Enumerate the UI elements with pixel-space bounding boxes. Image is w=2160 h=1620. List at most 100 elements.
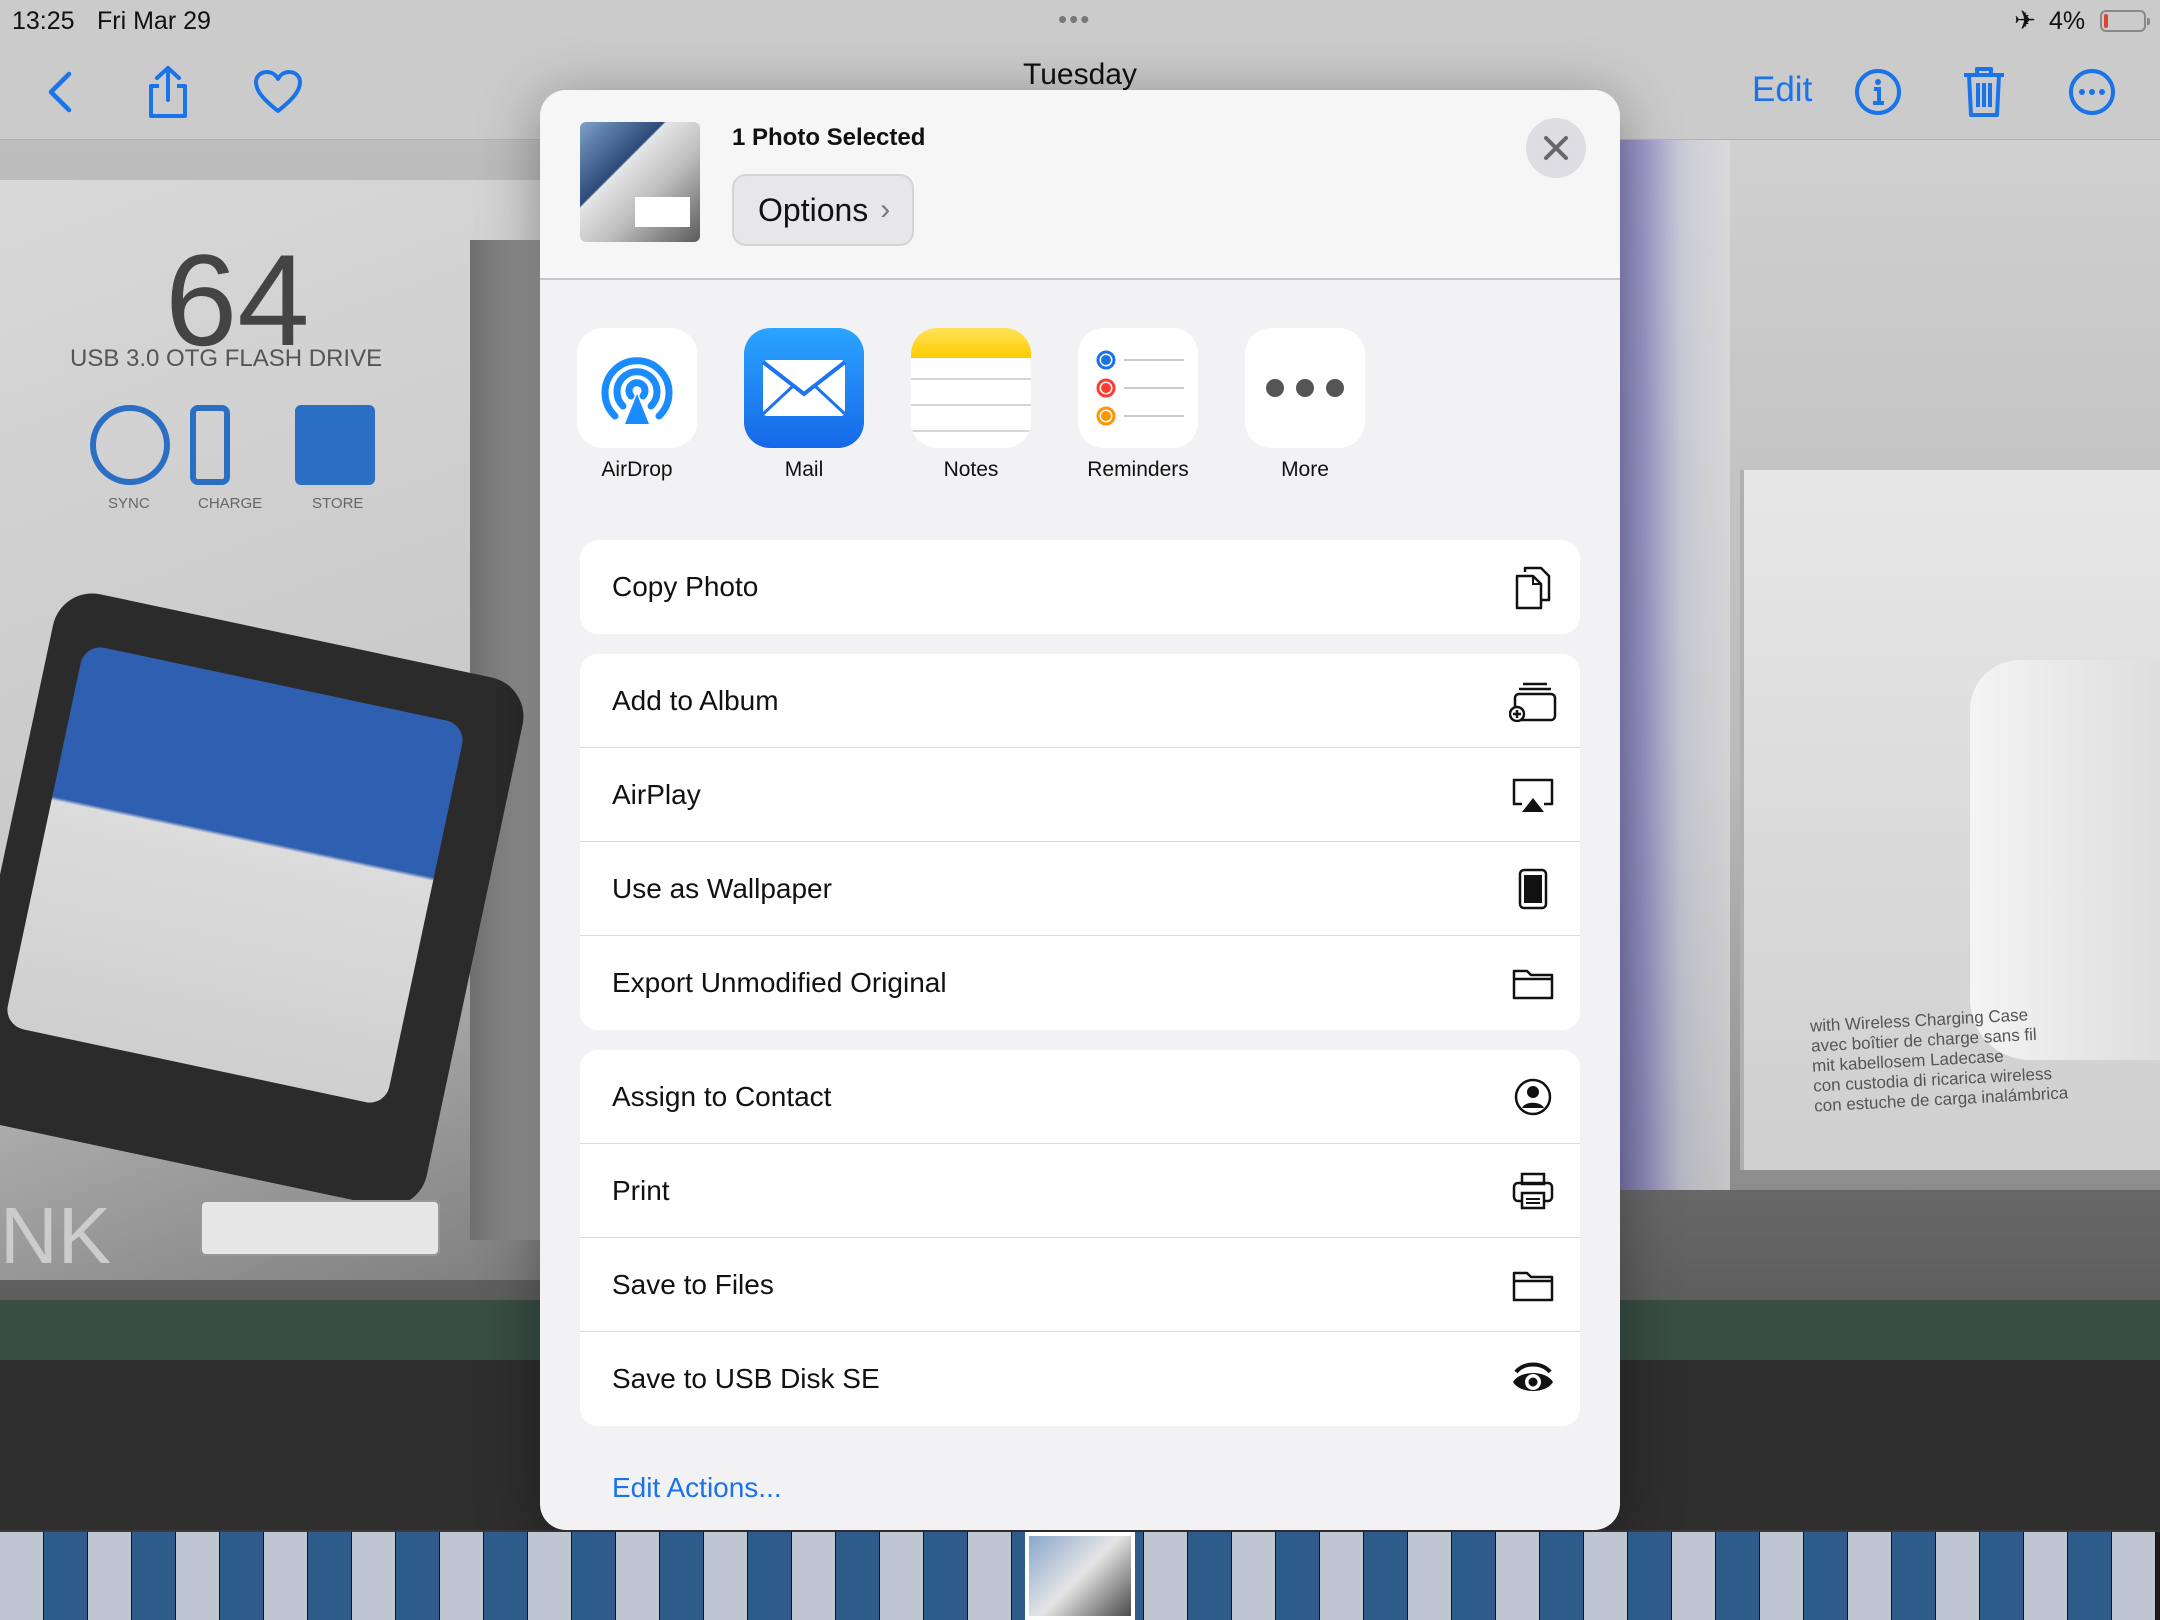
- airplane-mode-icon: ✈: [2014, 5, 2036, 35]
- thumbnail-cell[interactable]: [924, 1532, 968, 1620]
- share-apps-row: AirDrop Mail Notes Reminders More: [540, 328, 1620, 498]
- thumbnail-cell[interactable]: [1408, 1532, 1452, 1620]
- thumbnail-cell[interactable]: [1672, 1532, 1716, 1620]
- ipad-icon: [1508, 864, 1558, 914]
- photo-content-text: NK: [0, 1191, 112, 1280]
- photo-content-battery-icon: [190, 405, 230, 485]
- thumbnail-cell[interactable]: [220, 1532, 264, 1620]
- photo-content-blue-box: [1610, 140, 1730, 1190]
- back-button[interactable]: [30, 62, 90, 122]
- delete-button[interactable]: [1954, 62, 2014, 122]
- close-button[interactable]: [1526, 118, 1586, 178]
- thumbnail-cell[interactable]: [1936, 1532, 1980, 1620]
- share-app-mail[interactable]: Mail: [739, 328, 869, 482]
- share-sheet: 1 Photo Selected Options › AirDrop Mail …: [540, 90, 1620, 1530]
- thumbnail-cell[interactable]: [1584, 1532, 1628, 1620]
- thumbnail-cell[interactable]: [1804, 1532, 1848, 1620]
- photo-content-text: STORE: [312, 495, 364, 512]
- share-button[interactable]: [138, 62, 198, 122]
- share-app-notes[interactable]: Notes: [906, 328, 1036, 482]
- thumbnail-cell[interactable]: [1540, 1532, 1584, 1620]
- reminders-glyph: [1096, 350, 1184, 426]
- edit-button[interactable]: Edit: [1752, 70, 1812, 110]
- photo-content-phone-screen: [3, 643, 467, 1107]
- battery-percent: 4%: [2049, 7, 2086, 35]
- photo-content-folder-icon: [295, 405, 375, 485]
- mail-icon: [744, 328, 864, 448]
- thumbnail-cell[interactable]: [1452, 1532, 1496, 1620]
- thumbnail-cell[interactable]: [352, 1532, 396, 1620]
- thumbnail-cell[interactable]: [704, 1532, 748, 1620]
- thumbnail-cell[interactable]: [1144, 1532, 1188, 1620]
- action-copy-photo[interactable]: Copy Photo: [580, 540, 1580, 634]
- action-export-unmodified-original[interactable]: Export Unmodified Original: [580, 936, 1580, 1030]
- more-button[interactable]: [2062, 62, 2122, 122]
- share-app-more[interactable]: More: [1240, 328, 1370, 482]
- action-group-copy: Copy Photo: [580, 540, 1580, 634]
- thumbnail-cell[interactable]: [1364, 1532, 1408, 1620]
- status-date: Fri Mar 29: [97, 7, 211, 35]
- thumbnail-cell[interactable]: [792, 1532, 836, 1620]
- thumbnail-cell[interactable]: [484, 1532, 528, 1620]
- selection-title: 1 Photo Selected: [732, 124, 926, 151]
- action-use-as-wallpaper[interactable]: Use as Wallpaper: [580, 842, 1580, 936]
- action-label: Print: [612, 1174, 670, 1206]
- action-assign-to-contact[interactable]: Assign to Contact: [580, 1050, 1580, 1144]
- envelope-glyph: [761, 360, 847, 416]
- thumbnail-cell[interactable]: [2112, 1532, 2156, 1620]
- thumbnail-cell[interactable]: [1496, 1532, 1540, 1620]
- action-airplay[interactable]: AirPlay: [580, 748, 1580, 842]
- share-app-reminders[interactable]: Reminders: [1073, 328, 1203, 482]
- thumbnail-cell[interactable]: [440, 1532, 484, 1620]
- thumbnail-cell[interactable]: [616, 1532, 660, 1620]
- options-button[interactable]: Options ›: [732, 174, 914, 246]
- photo-content-text: SYNC: [108, 495, 150, 512]
- thumbnail-cell[interactable]: [1892, 1532, 1936, 1620]
- action-print[interactable]: Print: [580, 1144, 1580, 1238]
- thumbnail-cell[interactable]: [528, 1532, 572, 1620]
- dots-glyph: [1266, 379, 1344, 397]
- info-button[interactable]: [1848, 62, 1908, 122]
- thumbnail-cell[interactable]: [1760, 1532, 1804, 1620]
- thumbnail-cell[interactable]: [2024, 1532, 2068, 1620]
- thumbnail-cell[interactable]: [968, 1532, 1012, 1620]
- action-label: Assign to Contact: [612, 1080, 832, 1112]
- thumbnail-cell[interactable]: [308, 1532, 352, 1620]
- thumbnail-cell[interactable]: [176, 1532, 220, 1620]
- airdrop-icon: [577, 328, 697, 448]
- action-save-to-usb-disk-se[interactable]: Save to USB Disk SE: [580, 1332, 1580, 1426]
- status-time: 13:25: [12, 7, 75, 35]
- thumbnail-cell[interactable]: [1628, 1532, 1672, 1620]
- thumbnail-cell[interactable]: [1188, 1532, 1232, 1620]
- app-label: AirDrop: [601, 458, 673, 481]
- selected-thumbnail[interactable]: [1025, 1532, 1135, 1620]
- thumbnail-cell[interactable]: [748, 1532, 792, 1620]
- airplay-icon: [1508, 770, 1558, 820]
- thumbnail-cell[interactable]: [572, 1532, 616, 1620]
- thumbnail-cell[interactable]: [1232, 1532, 1276, 1620]
- edit-actions-link[interactable]: Edit Actions...: [612, 1472, 782, 1504]
- thumbnail-cell[interactable]: [1980, 1532, 2024, 1620]
- thumbnail-cell[interactable]: [44, 1532, 88, 1620]
- action-add-to-album[interactable]: Add to Album: [580, 654, 1580, 748]
- thumbnail-cell[interactable]: [880, 1532, 924, 1620]
- thumbnail-cell[interactable]: [1276, 1532, 1320, 1620]
- favorite-button[interactable]: [248, 62, 308, 122]
- app-label: More: [1281, 458, 1329, 481]
- thumbnail-cell[interactable]: [836, 1532, 880, 1620]
- thumbnail-cell[interactable]: [396, 1532, 440, 1620]
- share-app-airdrop[interactable]: AirDrop: [572, 328, 702, 482]
- thumbnail-cell[interactable]: [2068, 1532, 2112, 1620]
- thumbnail-cell[interactable]: [132, 1532, 176, 1620]
- action-save-to-files[interactable]: Save to Files: [580, 1238, 1580, 1332]
- thumbnail-cell[interactable]: [264, 1532, 308, 1620]
- thumbnail-cell[interactable]: [1320, 1532, 1364, 1620]
- thumbnail-cell[interactable]: [0, 1532, 44, 1620]
- airdrop-glyph: [601, 357, 673, 424]
- thumbnail-cell[interactable]: [88, 1532, 132, 1620]
- thumbnail-cell[interactable]: [660, 1532, 704, 1620]
- thumbnail-cell[interactable]: [1848, 1532, 1892, 1620]
- thumbnail-cell[interactable]: [1716, 1532, 1760, 1620]
- reminders-icon: [1078, 328, 1198, 448]
- multitasking-dots-icon[interactable]: •••: [1058, 4, 1091, 35]
